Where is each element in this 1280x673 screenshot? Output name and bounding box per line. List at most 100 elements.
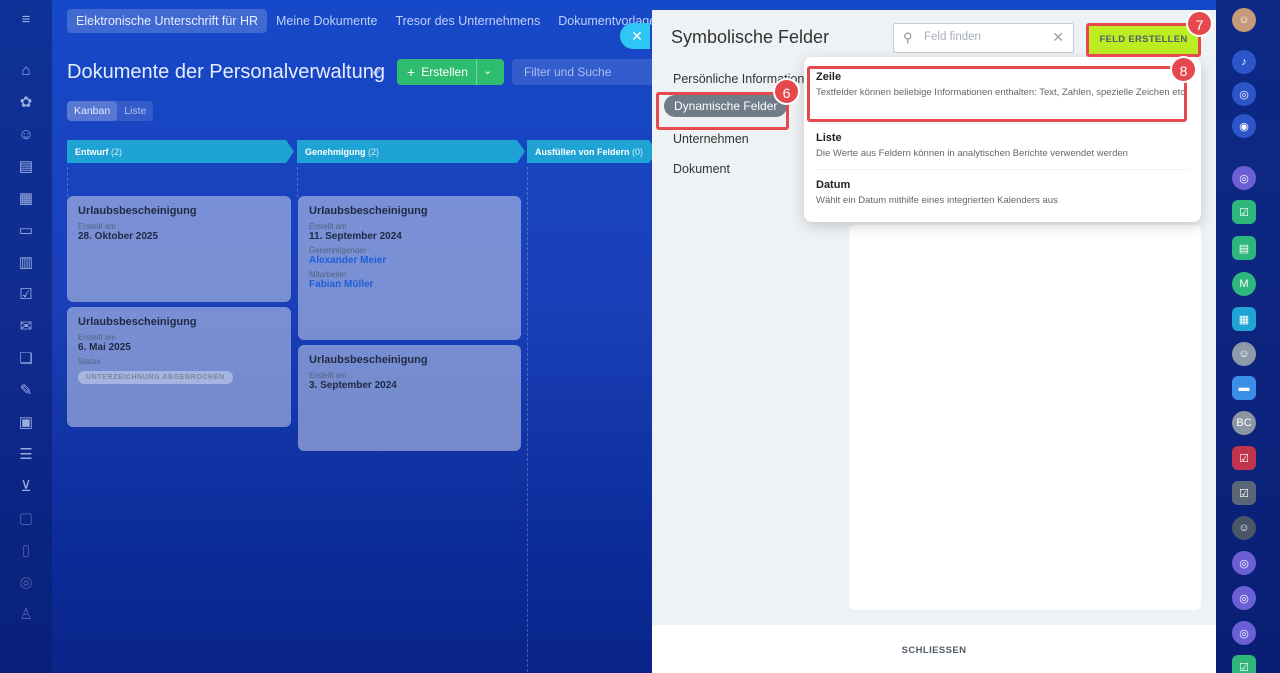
user-initial-avatar[interactable]: BC bbox=[1232, 411, 1256, 435]
card-title: Urlaubsbescheinigung bbox=[309, 205, 428, 217]
user-initial-avatar[interactable]: M bbox=[1232, 272, 1256, 296]
task-icon[interactable]: ☑ bbox=[1232, 481, 1256, 505]
column-divider bbox=[67, 167, 68, 197]
left-sidebar: ≡ ⌂ ✿ ☺ ▤ ▦ ▭ ▥ ☑ ✉ ❏ ✎ ▣ ☰ ⊻ ▢ ▯ ◎ ♙ bbox=[0, 0, 52, 673]
contact-card-icon[interactable]: ▤ bbox=[1232, 236, 1256, 260]
view-list[interactable]: Liste bbox=[117, 101, 153, 121]
copilot-icon[interactable]: ◎ bbox=[1232, 166, 1256, 190]
fields-content-area bbox=[849, 225, 1201, 610]
card-created-label: Erstellt am bbox=[78, 222, 116, 231]
column-label: Ausfüllen von Feldern bbox=[535, 147, 630, 157]
column-divider bbox=[527, 167, 528, 673]
card-created-date: 6. Mai 2025 bbox=[78, 342, 131, 353]
card-created-label: Erstellt am bbox=[309, 222, 347, 231]
users-icon[interactable]: ☺ bbox=[17, 126, 35, 144]
divider bbox=[816, 123, 1189, 124]
card-title: Urlaubsbescheinigung bbox=[78, 205, 197, 217]
home-icon[interactable]: ⌂ bbox=[17, 62, 35, 80]
field-search-input[interactable] bbox=[924, 31, 1044, 43]
bot-icon[interactable]: ♙ bbox=[17, 606, 35, 624]
pen-icon[interactable]: ✎ bbox=[17, 382, 35, 400]
column-header-draft[interactable]: Entwurf (2) bbox=[67, 140, 294, 163]
copilot-icon[interactable]: ◎ bbox=[1232, 621, 1256, 645]
copilot-icon[interactable]: ◎ bbox=[1232, 586, 1256, 610]
window-icon[interactable]: ▢ bbox=[17, 510, 35, 528]
menu-item-document[interactable]: Dokument bbox=[673, 162, 730, 176]
bell-icon[interactable]: ♪ bbox=[1232, 50, 1256, 74]
card-employee-label: Mitarbeiter bbox=[309, 270, 347, 279]
puzzle-icon[interactable]: ✿ bbox=[17, 94, 35, 112]
user-photo-avatar[interactable]: ☺ bbox=[1232, 516, 1256, 540]
status-badge: UNTERZEICHNUNG ABGEBROCHEN bbox=[78, 371, 233, 384]
activity-icon[interactable]: ◎ bbox=[1232, 82, 1256, 106]
clear-search-icon[interactable]: ✕ bbox=[1052, 29, 1064, 46]
document-card[interactable]: Urlaubsbescheinigung Erstellt am 28. Okt… bbox=[67, 196, 291, 302]
filter-search-input[interactable]: Filter und Suche bbox=[512, 59, 672, 85]
tab-e-signature-hr[interactable]: Elektronische Unterschrift für HR bbox=[67, 8, 268, 33]
user-avatar[interactable]: ☺ bbox=[1232, 8, 1256, 32]
panel-title: Symbolische Felder bbox=[671, 27, 830, 47]
field-search-box: ⚲ ✕ bbox=[893, 23, 1074, 53]
divider bbox=[816, 169, 1189, 170]
card-title: Urlaubsbescheinigung bbox=[309, 354, 428, 366]
column-header-approval[interactable]: Genehmigung (2) bbox=[297, 140, 525, 163]
chevron-down-icon[interactable]: ⌄ bbox=[483, 64, 492, 77]
column-header-fill-fields[interactable]: Ausfüllen von Feldern (0) bbox=[527, 140, 657, 163]
top-navigation: Elektronische Unterschrift für HR Meine … bbox=[67, 8, 672, 33]
task-icon[interactable]: ☑ bbox=[1232, 446, 1256, 470]
car-icon[interactable]: ▭ bbox=[17, 222, 35, 240]
option-date[interactable]: Datum Wählt ein Datum mithilfe eines int… bbox=[816, 179, 1188, 208]
highlight-dynamic-fields bbox=[656, 92, 789, 130]
card-approver-label: Genehmigender bbox=[309, 246, 367, 255]
right-sidebar: ☺ ♪ ◎ ◉ ◎ ☑ ▤ M ▦ ☺ ▬ BC ☑ ☑ ☺ ◎ ◎ ◎ ☑ bbox=[1216, 0, 1280, 673]
checkbox-icon[interactable]: ☑ bbox=[17, 286, 35, 304]
option-description: Die Werte aus Feldern können in analytis… bbox=[816, 148, 1128, 159]
cart-icon[interactable]: ⊻ bbox=[17, 478, 35, 496]
close-button[interactable]: SCHLIESSEN bbox=[652, 625, 1216, 656]
create-button[interactable]: + Erstellen ⌄ bbox=[397, 59, 504, 85]
view-kanban[interactable]: Kanban bbox=[67, 101, 118, 121]
search-icon: ⚲ bbox=[903, 30, 913, 45]
search-chat-icon[interactable]: ◉ bbox=[1232, 114, 1256, 138]
close-icon: ✕ bbox=[631, 28, 643, 44]
card-created-date: 28. Oktober 2025 bbox=[78, 231, 159, 242]
close-slider-button[interactable]: ✕ bbox=[620, 23, 650, 49]
document-icon[interactable]: ▤ bbox=[17, 158, 35, 176]
mail-icon[interactable]: ✉ bbox=[17, 318, 35, 336]
file-icon[interactable]: ▯ bbox=[17, 542, 35, 560]
card-approver-link[interactable]: Alexander Meier bbox=[309, 255, 510, 266]
column-label: Genehmigung bbox=[305, 147, 366, 157]
document-card[interactable]: Urlaubsbescheinigung Erstellt am 3. Sept… bbox=[298, 345, 521, 451]
chat-icon[interactable]: ▬ bbox=[1232, 376, 1256, 400]
box-icon[interactable]: ▣ bbox=[17, 414, 35, 432]
pin-icon[interactable]: ✐ bbox=[372, 65, 382, 79]
tab-my-documents[interactable]: Meine Dokumente bbox=[267, 9, 386, 33]
filter-icon[interactable]: ☰ bbox=[17, 446, 35, 464]
step-badge-8: 8 bbox=[1170, 56, 1197, 83]
card-employee-link[interactable]: Fabian Müller bbox=[309, 279, 510, 290]
column-divider bbox=[297, 167, 298, 197]
create-button-label: Erstellen bbox=[421, 65, 468, 79]
option-list[interactable]: Liste Die Werte aus Feldern können in an… bbox=[816, 132, 1188, 161]
tab-company-vault[interactable]: Tresor des Unternehmens bbox=[386, 9, 549, 33]
chat-icon[interactable]: ❏ bbox=[17, 350, 35, 368]
option-title: Liste bbox=[816, 132, 842, 144]
card-created-date: 11. September 2024 bbox=[309, 231, 402, 242]
calendar-icon[interactable]: ▦ bbox=[1232, 307, 1256, 331]
step-badge-7: 7 bbox=[1186, 10, 1213, 37]
circle-icon[interactable]: ◎ bbox=[17, 574, 35, 592]
copilot-icon[interactable]: ◎ bbox=[1232, 551, 1256, 575]
column-label: Entwurf bbox=[75, 147, 109, 157]
menu-icon[interactable]: ≡ bbox=[17, 11, 35, 29]
menu-item-company[interactable]: Unternehmen bbox=[673, 132, 749, 146]
task-icon[interactable]: ☑ bbox=[1232, 200, 1256, 224]
column-count: (0) bbox=[632, 147, 644, 157]
task-icon[interactable]: ☑ bbox=[1232, 655, 1256, 673]
document-card[interactable]: Urlaubsbescheinigung Erstellt am 11. Sep… bbox=[298, 196, 521, 340]
card-title: Urlaubsbescheinigung bbox=[78, 316, 197, 328]
board-icon[interactable]: ▥ bbox=[17, 254, 35, 272]
user-photo-avatar[interactable]: ☺ bbox=[1232, 342, 1256, 366]
document-card[interactable]: Urlaubsbescheinigung Erstellt am 6. Mai … bbox=[67, 307, 291, 427]
calendar-icon[interactable]: ▦ bbox=[17, 190, 35, 208]
highlight-string-option bbox=[807, 66, 1187, 122]
